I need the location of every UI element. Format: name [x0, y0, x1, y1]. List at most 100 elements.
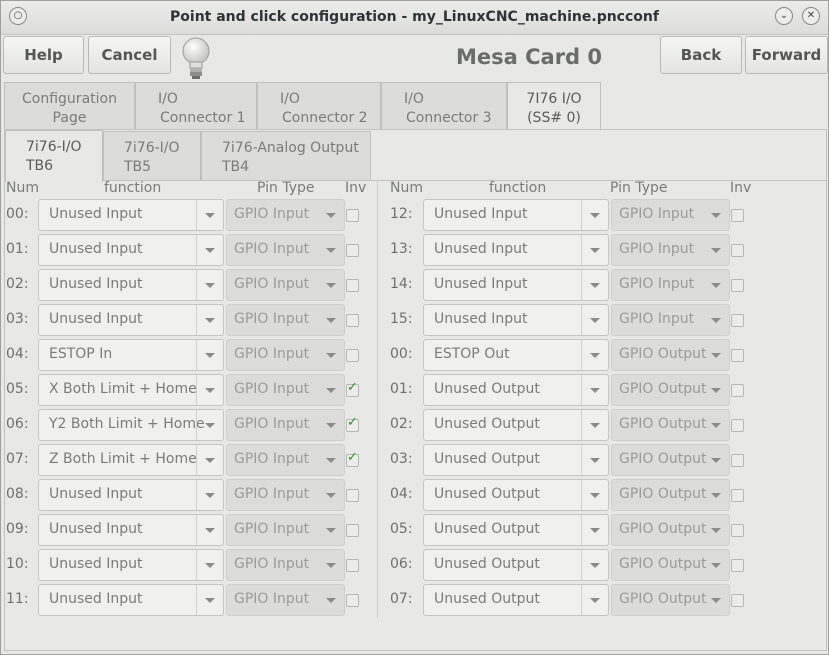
- dropdown-arrow-icon[interactable]: [581, 375, 608, 405]
- tab-tb5[interactable]: 7i76-I/O TB5: [103, 131, 201, 180]
- invert-checkbox[interactable]: [731, 384, 744, 397]
- dropdown-arrow-icon[interactable]: [581, 270, 608, 300]
- function-combo[interactable]: Y2 Both Limit + Home: [38, 409, 224, 441]
- dropdown-arrow-icon[interactable]: [196, 550, 223, 580]
- function-combo[interactable]: Unused Input: [423, 199, 609, 231]
- pin-type-combo: GPIO Input: [611, 199, 730, 231]
- invert-checkbox[interactable]: [731, 489, 744, 502]
- invert-checkbox[interactable]: [346, 279, 359, 292]
- function-combo[interactable]: Unused Input: [38, 304, 224, 336]
- dropdown-arrow-icon[interactable]: [196, 305, 223, 335]
- invert-checkbox[interactable]: [346, 489, 359, 502]
- tab-7i76-io[interactable]: 7I76 I/O (SS# 0): [507, 82, 601, 130]
- pin-type-combo: GPIO Output: [611, 409, 730, 441]
- function-combo[interactable]: Unused Output: [423, 549, 609, 581]
- dropdown-arrow-icon[interactable]: [581, 305, 608, 335]
- dropdown-arrow-icon[interactable]: [581, 550, 608, 580]
- invert-checkbox[interactable]: [346, 450, 359, 467]
- function-combo[interactable]: Unused Input: [38, 269, 224, 301]
- header-pin-type: Pin Type: [610, 180, 668, 196]
- dropdown-arrow-icon[interactable]: [581, 515, 608, 545]
- invert-checkbox[interactable]: [731, 209, 744, 222]
- dropdown-arrow-icon[interactable]: [581, 410, 608, 440]
- pin-type-combo: GPIO Output: [611, 549, 730, 581]
- invert-checkbox[interactable]: [731, 279, 744, 292]
- function-combo[interactable]: Unused Output: [423, 444, 609, 476]
- invert-checkbox[interactable]: [346, 349, 359, 362]
- dropdown-arrow-icon[interactable]: [581, 585, 608, 615]
- invert-checkbox[interactable]: [346, 380, 359, 397]
- tab-tb4[interactable]: 7i76-Analog Output TB4: [201, 131, 371, 180]
- function-combo[interactable]: Unused Input: [423, 304, 609, 336]
- invert-checkbox[interactable]: [731, 419, 744, 432]
- function-combo[interactable]: Unused Input: [38, 514, 224, 546]
- invert-checkbox[interactable]: [731, 314, 744, 327]
- tab-label-line2: Connector 3: [406, 110, 492, 126]
- dropdown-arrow-icon[interactable]: [196, 515, 223, 545]
- pin-number: 05:: [6, 381, 29, 397]
- function-combo[interactable]: X Both Limit + Home: [38, 374, 224, 406]
- header-num: Num: [390, 180, 423, 196]
- function-combo[interactable]: Unused Output: [423, 584, 609, 616]
- invert-checkbox[interactable]: [346, 209, 359, 222]
- function-value: Unused Input: [49, 521, 143, 537]
- help-button[interactable]: Help: [3, 36, 84, 74]
- function-combo[interactable]: Unused Output: [423, 479, 609, 511]
- function-combo[interactable]: Unused Input: [38, 549, 224, 581]
- pin-number: 10:: [6, 556, 29, 572]
- invert-checkbox[interactable]: [731, 244, 744, 257]
- dropdown-arrow-icon[interactable]: [581, 235, 608, 265]
- function-value: Unused Input: [49, 486, 143, 502]
- tab-tb6[interactable]: 7i76-I/O TB6: [5, 130, 103, 182]
- dropdown-arrow-icon[interactable]: [196, 235, 223, 265]
- function-combo[interactable]: Unused Input: [38, 584, 224, 616]
- function-combo[interactable]: ESTOP Out: [423, 339, 609, 371]
- function-combo[interactable]: Unused Output: [423, 374, 609, 406]
- invert-checkbox[interactable]: [346, 415, 359, 432]
- dropdown-arrow-icon[interactable]: [581, 445, 608, 475]
- invert-checkbox[interactable]: [346, 314, 359, 327]
- tab-connector-1[interactable]: I/O Connector 1: [135, 82, 257, 129]
- invert-checkbox[interactable]: [346, 244, 359, 257]
- dropdown-arrow-icon[interactable]: [196, 375, 223, 405]
- back-button[interactable]: Back: [660, 36, 742, 74]
- dropdown-arrow-icon[interactable]: [196, 585, 223, 615]
- pin-number: 01:: [6, 241, 29, 257]
- dropdown-arrow-icon[interactable]: [581, 200, 608, 230]
- function-combo[interactable]: Unused Input: [38, 234, 224, 266]
- minimize-icon[interactable]: ⌄: [775, 7, 793, 25]
- close-icon[interactable]: ✕: [802, 7, 820, 25]
- tab-label-line1: I/O: [158, 91, 178, 107]
- function-combo[interactable]: Unused Output: [423, 409, 609, 441]
- dropdown-arrow-icon[interactable]: [196, 200, 223, 230]
- dropdown-arrow-icon[interactable]: [196, 445, 223, 475]
- tab-connector-2[interactable]: I/O Connector 2: [257, 82, 381, 129]
- function-combo[interactable]: Z Both Limit + Home: [38, 444, 224, 476]
- dropdown-arrow-icon[interactable]: [196, 270, 223, 300]
- invert-checkbox[interactable]: [731, 524, 744, 537]
- pin-type-value: GPIO Output: [619, 521, 707, 537]
- function-combo[interactable]: Unused Input: [38, 199, 224, 231]
- invert-checkbox[interactable]: [731, 349, 744, 362]
- forward-button[interactable]: Forward: [745, 36, 828, 74]
- pin-type-combo: GPIO Output: [611, 584, 730, 616]
- function-combo[interactable]: Unused Output: [423, 514, 609, 546]
- cancel-button[interactable]: Cancel: [88, 36, 171, 74]
- tab-connector-3[interactable]: I/O Connector 3: [381, 82, 507, 129]
- dropdown-arrow-icon[interactable]: [581, 340, 608, 370]
- invert-checkbox[interactable]: [731, 454, 744, 467]
- tab-configuration-page[interactable]: Configuration Page: [4, 82, 135, 129]
- invert-checkbox[interactable]: [346, 524, 359, 537]
- function-combo[interactable]: Unused Input: [423, 269, 609, 301]
- function-combo[interactable]: ESTOP In: [38, 339, 224, 371]
- function-combo[interactable]: Unused Input: [423, 234, 609, 266]
- dropdown-arrow-icon[interactable]: [196, 340, 223, 370]
- dropdown-arrow-icon[interactable]: [581, 480, 608, 510]
- dropdown-arrow-icon[interactable]: [196, 410, 223, 440]
- function-combo[interactable]: Unused Input: [38, 479, 224, 511]
- invert-checkbox[interactable]: [346, 559, 359, 572]
- invert-checkbox[interactable]: [731, 594, 744, 607]
- dropdown-arrow-icon[interactable]: [196, 480, 223, 510]
- invert-checkbox[interactable]: [346, 594, 359, 607]
- invert-checkbox[interactable]: [731, 559, 744, 572]
